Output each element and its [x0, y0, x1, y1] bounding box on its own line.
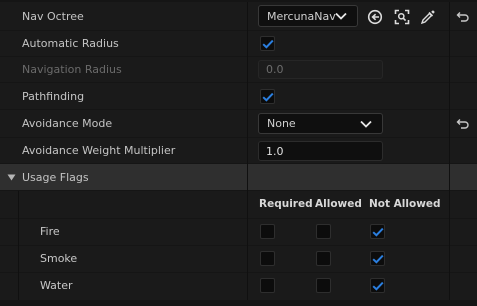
flag-row-fire: Fire: [0, 219, 477, 245]
flag-row-smoke: Smoke: [0, 246, 477, 272]
row-nav-octree: Nav Octree MercunaNav: [0, 2, 477, 30]
water-not-allowed-checkbox[interactable]: [370, 278, 385, 293]
name-value-divider[interactable]: [247, 2, 248, 300]
reset-column-divider: [449, 2, 450, 300]
navigation-radius-value: 0.0: [266, 63, 284, 76]
usage-flags-label: Usage Flags: [22, 170, 89, 184]
smoke-allowed-checkbox[interactable]: [316, 251, 331, 266]
navigation-radius-field: 0.0: [258, 60, 383, 79]
avoidance-mode-value: None: [267, 117, 296, 130]
fire-required-checkbox[interactable]: [260, 224, 275, 239]
flag-name: Smoke: [40, 252, 78, 265]
pathfinding-checkbox[interactable]: [260, 89, 275, 104]
flags-indent-divider: [18, 191, 19, 300]
reset-to-default-icon[interactable]: [456, 11, 470, 23]
eyedropper-icon: [420, 10, 435, 25]
nav-octree-value: MercunaNav: [267, 9, 336, 23]
flag-row-water: Water: [0, 273, 477, 300]
avoidance-weight-multiplier-value: 1.0: [266, 144, 284, 158]
pick-actor-button[interactable]: [419, 8, 437, 26]
water-allowed-checkbox[interactable]: [316, 278, 331, 293]
find-in-content-icon: [394, 9, 410, 25]
row-avoidance-mode: Avoidance Mode None: [0, 110, 477, 137]
browse-button[interactable]: [366, 8, 384, 26]
navigation-radius-label: Navigation Radius: [22, 63, 122, 76]
column-allowed: Allowed: [315, 198, 362, 210]
row-automatic-radius: Automatic Radius: [0, 31, 477, 56]
checkmark-icon: [372, 254, 384, 264]
checkmark-icon: [262, 39, 274, 49]
avoidance-weight-multiplier-label: Avoidance Weight Multiplier: [22, 144, 176, 157]
flag-name: Fire: [40, 225, 60, 238]
checkmark-icon: [262, 92, 274, 102]
row-pathfinding: Pathfinding: [0, 83, 477, 109]
smoke-not-allowed-checkbox[interactable]: [370, 251, 385, 266]
chevron-down-icon: [360, 120, 372, 128]
avoidance-mode-dropdown[interactable]: None: [258, 113, 383, 134]
checkmark-icon: [372, 281, 384, 291]
row-avoidance-weight-multiplier: Avoidance Weight Multiplier 1.0: [0, 138, 477, 163]
avoidance-mode-label: Avoidance Mode: [22, 117, 113, 130]
usage-flags-columns-row: Required Allowed Not Allowed: [0, 191, 477, 218]
water-required-checkbox[interactable]: [260, 278, 275, 293]
smoke-required-checkbox[interactable]: [260, 251, 275, 266]
arrow-left-circle-icon: [367, 9, 383, 25]
automatic-radius-label: Automatic Radius: [22, 37, 119, 50]
fire-allowed-checkbox[interactable]: [316, 224, 331, 239]
column-not-allowed: Not Allowed: [369, 198, 441, 210]
checkmark-icon: [372, 227, 384, 237]
usage-flags-header[interactable]: Usage Flags: [0, 164, 477, 190]
triangle-down-icon[interactable]: [7, 174, 16, 181]
flag-name: Water: [40, 279, 73, 292]
row-navigation-radius: Navigation Radius 0.0: [0, 57, 477, 82]
fire-not-allowed-checkbox[interactable]: [370, 224, 385, 239]
find-in-browser-button[interactable]: [393, 8, 411, 26]
avoidance-weight-multiplier-field[interactable]: 1.0: [258, 141, 383, 161]
pathfinding-label: Pathfinding: [22, 89, 85, 103]
reset-to-default-icon[interactable]: [456, 118, 470, 130]
automatic-radius-checkbox[interactable]: [260, 36, 275, 51]
chevron-down-icon: [335, 12, 347, 20]
nav-octree-dropdown[interactable]: MercunaNav: [258, 5, 358, 27]
column-required: Required: [259, 198, 313, 210]
